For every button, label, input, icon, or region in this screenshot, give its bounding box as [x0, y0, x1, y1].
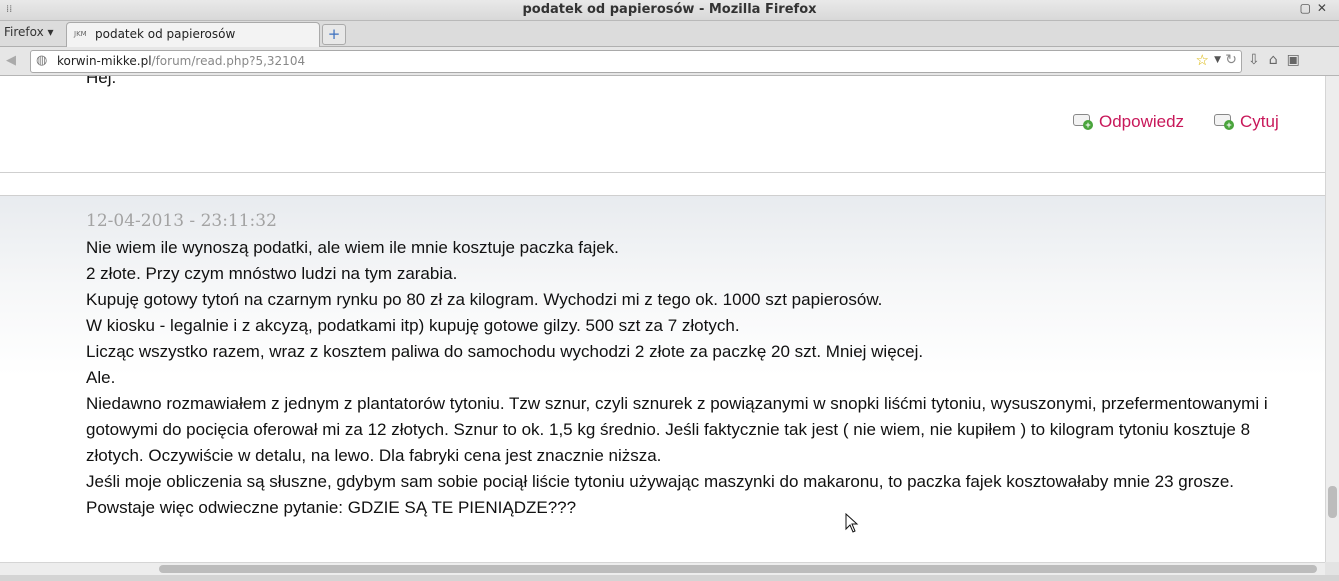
previous-post: Hej. + Odpowiedz + Cytuj	[0, 76, 1325, 172]
previous-post-text: Hej.	[86, 76, 117, 87]
quote-button[interactable]: + Cytuj	[1214, 112, 1279, 132]
url-bar[interactable]: ◍ korwin-mikke.pl/forum/read.php?5,32104…	[30, 50, 1242, 73]
download-icon[interactable]: ⇩	[1248, 52, 1260, 68]
post-line: Jeśli moje obliczenia są słuszne, gdybym…	[86, 472, 1235, 491]
site-favicon-icon: JKM	[74, 30, 87, 38]
url-text[interactable]: korwin-mikke.pl/forum/read.php?5,32104	[57, 54, 305, 68]
firefox-menu-button[interactable]: Firefox ▾	[4, 25, 54, 39]
tab-active[interactable]: JKM podatek od papierosów	[66, 22, 320, 47]
scrollbar-corner	[1325, 562, 1339, 575]
bookmark-star-icon[interactable]: ☆	[1196, 51, 1209, 69]
post-gap	[0, 173, 1325, 195]
url-host: korwin-mikke.pl	[57, 54, 152, 68]
forum-post: 12-04-2013 - 23:11:32 Nie wiem ile wynos…	[0, 196, 1325, 562]
vertical-scrollbar[interactable]	[1325, 76, 1339, 562]
window-titlebar: ⁞⁞ podatek od papierosów - Mozilla Firef…	[0, 0, 1339, 21]
post-timestamp: 12-04-2013 - 23:11:32	[86, 211, 277, 231]
home-icon[interactable]: ⌂	[1269, 52, 1278, 68]
addon-icon[interactable]: ▣	[1287, 52, 1300, 68]
post-line: Ale.	[86, 368, 116, 387]
vertical-scroll-thumb[interactable]	[1328, 486, 1337, 518]
url-path: /forum/read.php?5,32104	[151, 54, 306, 68]
post-line: Niedawno rozmawiałem z jednym z plantato…	[86, 394, 1268, 465]
quote-icon: +	[1214, 114, 1234, 130]
tab-title: podatek od papierosów	[95, 27, 236, 41]
window-controls[interactable]: ▢✕	[1300, 1, 1333, 15]
post-line: Licząc wszystko razem, wraz z kosztem pa…	[86, 342, 924, 361]
new-tab-button[interactable]: +	[322, 24, 346, 45]
quote-label: Cytuj	[1240, 112, 1279, 131]
navigation-toolbar: ◀ ◍ korwin-mikke.pl/forum/read.php?5,321…	[0, 47, 1339, 76]
status-bar	[0, 575, 1339, 581]
post-line: 2 złote. Przy czym mnóstwo ludzi na tym …	[86, 264, 458, 283]
reply-label: Odpowiedz	[1099, 112, 1185, 131]
globe-icon: ◍	[36, 53, 48, 68]
reply-icon: +	[1073, 114, 1093, 130]
post-line: W kiosku - legalnie i z akcyzą, podatkam…	[86, 316, 740, 335]
dropdown-icon[interactable]: ▼	[1214, 55, 1221, 65]
horizontal-scrollbar[interactable]	[0, 562, 1325, 576]
toolbar-icons: ⇩ ⌂ ▣	[1248, 52, 1309, 68]
post-line: Powstaje więc odwieczne pytanie: GDZIE S…	[86, 498, 577, 517]
reply-button[interactable]: + Odpowiedz	[1073, 112, 1184, 132]
post-body: Nie wiem ile wynoszą podatki, ale wiem i…	[86, 235, 1286, 521]
page-content: Hej. + Odpowiedz + Cytuj 12-04-2013 - 23:1…	[0, 76, 1325, 562]
tab-bar: Firefox ▾ JKM podatek od papierosów +	[0, 21, 1339, 47]
reload-icon[interactable]: ↻	[1225, 52, 1237, 68]
back-icon[interactable]: ◀	[6, 53, 16, 68]
horizontal-scroll-thumb[interactable]	[159, 565, 1317, 573]
post-line: Nie wiem ile wynoszą podatki, ale wiem i…	[86, 238, 619, 257]
window-title: podatek od papierosów - Mozilla Firefox	[522, 2, 817, 17]
post-line: Kupuję gotowy tytoń na czarnym rynku po …	[86, 290, 883, 309]
mouse-cursor-icon	[845, 513, 859, 533]
